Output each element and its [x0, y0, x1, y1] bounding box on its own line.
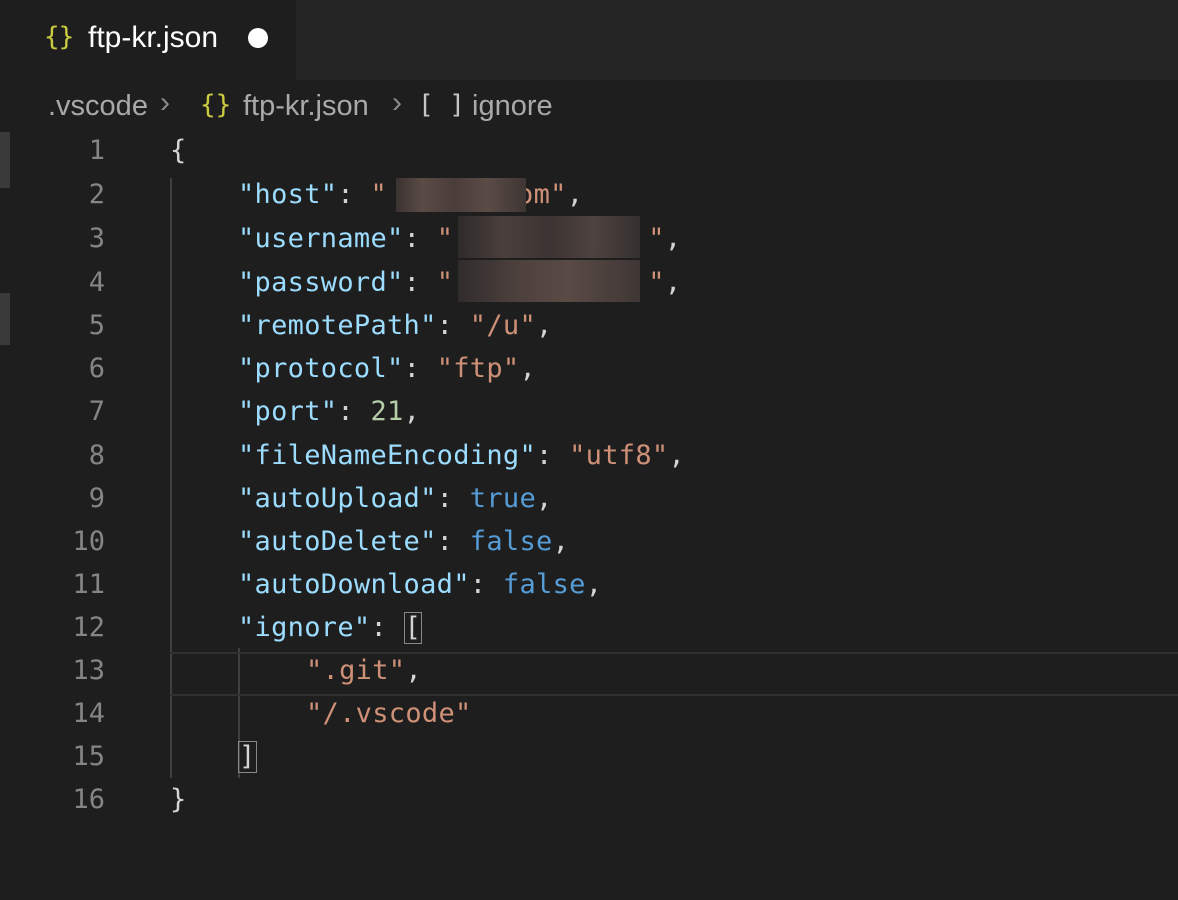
- json-string: "ftp": [436, 353, 520, 384]
- breadcrumb-symbol[interactable]: ignore: [472, 90, 553, 123]
- line-number: 8: [88, 440, 105, 471]
- line-number: 12: [72, 612, 105, 643]
- json-key: "autoDelete": [238, 526, 437, 557]
- json-key: "protocol": [238, 353, 404, 384]
- chevron-right-icon: ›: [160, 86, 170, 119]
- json-string: ".git": [306, 655, 406, 686]
- open-brace: {: [170, 135, 187, 166]
- code-editor[interactable]: 1 { 2 "host": " om", 3 "username": " ", 4 …: [0, 130, 1178, 830]
- editor-tab[interactable]: {} ftp-kr.json: [10, 0, 296, 80]
- json-string: "/u": [469, 310, 537, 341]
- json-string: "utf8": [569, 440, 669, 471]
- line-number: 6: [88, 353, 105, 384]
- code-line: 3 "username": " ",: [0, 216, 1178, 261]
- code-line: 10 "autoDelete": false,: [0, 521, 1178, 564]
- chevron-right-icon: ›: [392, 86, 402, 119]
- line-number: 5: [88, 310, 105, 341]
- line-number: 3: [88, 223, 105, 254]
- line-number: 13: [72, 655, 105, 686]
- code-line: 1 {: [0, 130, 1178, 173]
- breadcrumb-file[interactable]: ftp-kr.json: [243, 90, 369, 123]
- redacted-block: [396, 178, 526, 212]
- json-key: "password": [238, 267, 404, 298]
- json-key: "fileNameEncoding": [238, 440, 536, 471]
- line-number: 2: [88, 179, 105, 210]
- code-line: 11 "autoDownload": false,: [0, 564, 1178, 607]
- code-line: 8 "fileNameEncoding": "utf8",: [0, 435, 1178, 478]
- close-brace: }: [170, 784, 187, 815]
- line-number: 14: [72, 698, 105, 729]
- line-number: 16: [72, 784, 105, 815]
- line-number: 10: [72, 526, 105, 557]
- code-line: 6 "protocol": "ftp",: [0, 348, 1178, 391]
- code-line: 13 ".git",: [0, 650, 1178, 693]
- redacted-block: [458, 260, 640, 302]
- json-boolean: false: [502, 569, 586, 600]
- code-line: 14 "/.vscode": [0, 693, 1178, 736]
- tab-bar: {} ftp-kr.json: [10, 0, 1178, 80]
- json-file-icon: {}: [200, 90, 232, 120]
- line-number: 9: [88, 483, 105, 514]
- json-number: 21: [370, 396, 404, 427]
- redacted-block: [458, 216, 640, 258]
- tab-title: ftp-kr.json: [88, 21, 219, 54]
- json-key: "username": [238, 223, 404, 254]
- code-line: 7 "port": 21,: [0, 391, 1178, 434]
- code-line: 5 "remotePath": "/u",: [0, 305, 1178, 348]
- code-line: 15 ]: [0, 736, 1178, 779]
- unsaved-dot-icon[interactable]: [248, 28, 268, 48]
- breadcrumb: .vscode › {} ftp-kr.json › [ ] ignore: [0, 80, 1178, 136]
- code-line: 16 }: [0, 779, 1178, 822]
- array-symbol-icon: [ ]: [418, 90, 465, 120]
- line-number: 15: [72, 741, 105, 772]
- json-key: "port": [238, 396, 338, 427]
- line-number: 11: [72, 569, 105, 600]
- json-string: "/.vscode": [306, 698, 472, 729]
- code-line: 9 "autoUpload": true,: [0, 478, 1178, 521]
- code-line: 4 "password": " ",: [0, 260, 1178, 305]
- json-boolean: true: [469, 483, 537, 514]
- code-line: 12 "ignore": [: [0, 607, 1178, 650]
- line-number: 1: [88, 135, 105, 166]
- code-line: 2 "host": " om",: [0, 174, 1178, 217]
- breadcrumb-folder[interactable]: .vscode: [48, 90, 148, 123]
- json-key: "autoUpload": [238, 483, 437, 514]
- json-key: "host": [238, 179, 338, 210]
- json-boolean: false: [469, 526, 553, 557]
- line-number: 7: [88, 396, 105, 427]
- matched-bracket-close: ]: [238, 741, 257, 773]
- matched-bracket-open: [: [403, 612, 423, 644]
- line-number: 4: [88, 267, 105, 298]
- json-file-icon: {}: [44, 22, 74, 52]
- json-key: "ignore": [238, 612, 371, 643]
- json-key: "autoDownload": [238, 569, 470, 600]
- json-key: "remotePath": [238, 310, 437, 341]
